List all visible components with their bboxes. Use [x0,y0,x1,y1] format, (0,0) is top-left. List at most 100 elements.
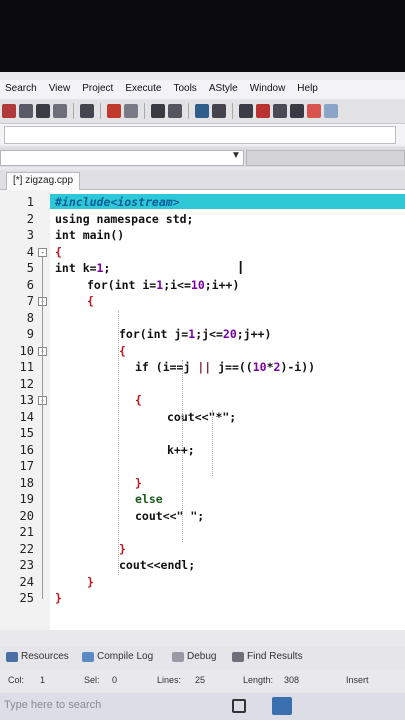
line-number: 13 [19,393,34,407]
main-toolbar [0,99,405,123]
text-cursor-icon: I [238,258,244,279]
chevron-down-icon[interactable]: ▼ [231,150,241,161]
menu-astyle[interactable]: AStyle [204,80,245,100]
indent-guide [212,409,213,476]
compiler-select[interactable] [4,126,396,144]
code-line: { [119,343,126,358]
member-combo[interactable] [246,150,405,166]
find-results-icon [232,651,244,662]
code-editor[interactable]: I 1 #include<iostream> 2 using namespace st… [0,190,405,630]
line-number: 22 [19,541,34,556]
compile-icon[interactable] [195,104,209,118]
menu-help[interactable]: Help [292,80,325,100]
code-line: } [135,475,142,490]
line-number: 10 [19,343,34,358]
status-lines-label: Lines: [157,675,182,685]
status-length-label: Length: [243,675,274,685]
menu-project[interactable]: Project [77,80,120,100]
line-number: 7 [26,294,34,308]
fold-toggle-icon[interactable]: - [38,247,47,257]
line-number: 20 [19,508,34,523]
class-browser-bar: ▼ [0,147,405,167]
resources-icon [6,651,18,662]
tab-debug[interactable]: Debug [172,651,216,662]
find-icon[interactable] [151,104,165,118]
tab-find-results[interactable]: Find Results [232,651,303,662]
line-number: 12 [19,376,34,391]
replace-icon[interactable] [168,104,182,118]
line-number: 19 [19,492,34,506]
class-combo[interactable] [0,150,244,166]
menu-tools[interactable]: Tools [168,80,203,100]
run-icon[interactable] [212,104,226,118]
status-length: 308 [284,675,300,685]
code-line: else [135,492,163,506]
status-col-label: Col: [8,675,25,685]
line-number: 3 [26,228,34,242]
menu-execute[interactable]: Execute [120,80,168,100]
line-number: 21 [19,525,34,539]
editor-tab-strip: [*] zigzag.cpp [0,170,405,191]
fold-guide [42,256,43,599]
tab-resources-label: Resources [21,651,69,662]
debug-check-icon [172,651,184,662]
toolbar-separator [100,103,101,119]
line-number: 16 [19,442,34,457]
code-line: } [119,541,126,556]
code-line: } [55,591,62,605]
menu-search[interactable]: Search [0,80,44,100]
undo-icon[interactable] [107,104,121,118]
redo-icon[interactable] [124,104,138,118]
project-options-icon[interactable] [324,104,338,118]
profile-icon[interactable] [307,104,321,118]
code-line: { [87,294,94,308]
menu-view[interactable]: View [44,80,78,100]
tab-zigzag-cpp[interactable]: [*] zigzag.cpp [6,172,81,191]
line-number: 25 [19,591,34,605]
code-line: cout<<" "; [135,508,205,523]
tab-find-results-label: Find Results [247,651,303,662]
line-number: 9 [26,327,34,341]
open-file-icon[interactable] [19,104,33,118]
toolbar-separator [188,103,189,119]
toolbar-separator [144,103,145,119]
code-line: using namespace std; [55,211,194,226]
tab-debug-label: Debug [187,651,217,662]
code-line: #include<iostream> [55,195,180,209]
code-line: for(int i=1;i<=10;i++) [87,277,240,292]
line-number: 6 [26,277,34,292]
secondary-toolbar [0,123,405,145]
code-line: int main() [55,228,125,242]
save-all-icon[interactable] [53,104,67,118]
toggle-icon[interactable] [273,104,287,118]
tab-resources[interactable]: Resources [6,651,69,662]
stop-icon[interactable] [256,104,270,118]
menu-bar: Search View Project Execute Tools AStyle… [0,80,405,100]
line-number: 15 [19,426,34,440]
line-number: 5 [26,261,34,275]
line-number: 17 [19,459,34,473]
status-bar: Col: 1 Sel: 0 Lines: 25 Length: 308 Inse… [0,670,405,690]
tab-compile-log[interactable]: Compile Log [82,651,153,662]
code-line: { [135,393,142,407]
taskbar-search[interactable]: Type here to search [4,699,101,711]
code-line: for(int j=1;j<=20;j++) [119,327,272,341]
code-line: k++; [167,442,195,457]
print-icon[interactable] [80,104,94,118]
debug-icon[interactable] [239,104,253,118]
menu-window[interactable]: Window [245,80,293,100]
indent-guide [182,360,183,542]
status-sel-label: Sel: [84,675,100,685]
app-taskbar-icon[interactable] [272,697,292,715]
toolbar-separator [232,103,233,119]
line-number: 24 [19,574,34,589]
code-line: int k=1; [55,261,111,275]
line-number: 18 [19,475,34,490]
task-view-icon[interactable] [232,699,246,713]
save-icon[interactable] [36,104,50,118]
new-file-icon[interactable] [2,104,16,118]
status-sel: 0 [112,675,118,685]
tab-compile-log-label: Compile Log [97,651,154,662]
step-icon[interactable] [290,104,304,118]
status-mode: Insert [346,675,369,685]
